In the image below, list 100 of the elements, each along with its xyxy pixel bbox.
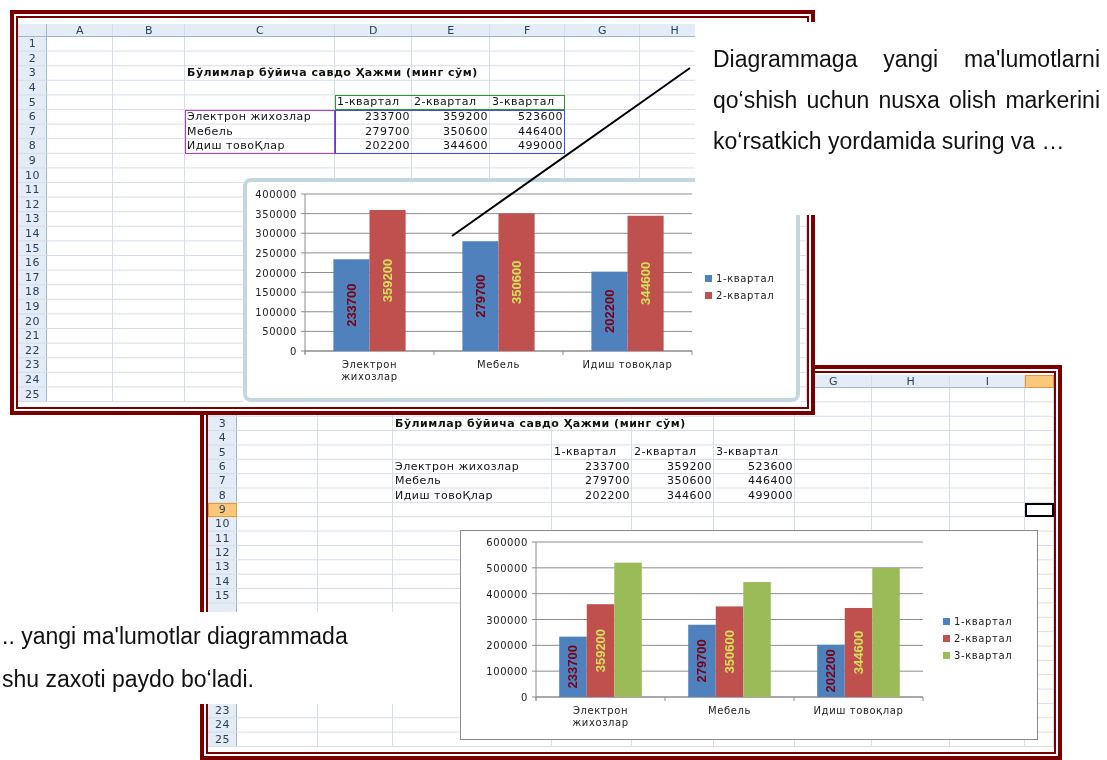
data-label: 350600	[509, 260, 525, 304]
column-heading: 2-квартал	[633, 445, 698, 460]
axis-tick-label: 300000	[486, 614, 528, 626]
axis-tick-label: 200000	[255, 267, 297, 279]
data-label: 202200	[601, 289, 617, 333]
axis-tick-label: 150000	[255, 287, 297, 299]
row-header[interactable]: 3	[26, 67, 39, 80]
row-header[interactable]: 4	[26, 82, 39, 95]
column-header[interactable]: G	[596, 24, 609, 37]
row-label: Мебель	[186, 124, 235, 140]
table-cell-text: 359200	[666, 459, 713, 475]
row-header[interactable]: 6	[26, 111, 39, 124]
row-header[interactable]: 12	[213, 547, 232, 560]
row-header[interactable]: 7	[216, 475, 229, 488]
column-header[interactable]: B	[142, 24, 155, 37]
row-header[interactable]: 8	[216, 489, 229, 502]
row-header[interactable]: 25	[213, 733, 232, 746]
row-header[interactable]: 5	[216, 446, 229, 459]
row-header[interactable]: 12	[23, 198, 42, 211]
row-label: Электрон жихозлар	[186, 109, 313, 125]
callout-text: .. yangi ma'lumotlar diagrammada shu zaxoti paydo bo‘ladi.	[2, 622, 349, 694]
row-header[interactable]: 23	[213, 705, 232, 718]
axis-tick-label: 100000	[486, 666, 528, 678]
callout-text: Diagrammaga yangi ma'lumotlarni qo‘shish uchun nusxa olish markerini ko‘rsatkich yordamida suring va …	[713, 45, 1100, 156]
table-cell-text: 359200	[442, 109, 489, 125]
column-header[interactable]: I	[983, 375, 992, 388]
row-label: Электрон жихозлар	[394, 459, 521, 475]
row-header[interactable]: 10	[23, 169, 42, 182]
row-header[interactable]: 2	[26, 52, 39, 65]
row-label: Мебель	[394, 474, 443, 489]
column-header[interactable]: E	[445, 24, 457, 37]
legend-label: 2-квартал	[716, 290, 775, 301]
row-header[interactable]: 15	[23, 242, 42, 255]
column-header[interactable]: G	[827, 375, 840, 388]
row-label: Идиш товоҚлар	[186, 139, 286, 154]
column-header[interactable]: H	[904, 375, 918, 388]
table-cell-text: 233700	[584, 459, 631, 475]
column-header[interactable]: A	[74, 24, 86, 37]
table-cell-text: 279700	[364, 124, 411, 140]
table-cell-text: 279700	[584, 474, 631, 489]
row-header[interactable]: 8	[26, 140, 39, 153]
data-label: 359200	[380, 258, 396, 303]
data-label: 233700	[565, 645, 581, 689]
column-heading: 1-квартал	[553, 445, 618, 460]
row-header[interactable]: 25	[23, 388, 42, 401]
table-cell-text: 446400	[747, 474, 794, 489]
table-cell-text: 344600	[666, 488, 713, 503]
category-label: Идиш товоқлар	[581, 359, 674, 371]
table-cell-text: 499000	[517, 139, 564, 154]
row-header[interactable]: 17	[23, 271, 42, 284]
row-header[interactable]: 16	[23, 257, 42, 270]
row-header[interactable]: 9	[26, 155, 39, 168]
table-cell-text: 499000	[747, 488, 794, 503]
axis-tick-label: 100000	[255, 306, 297, 318]
column-heading: 3-квартал	[715, 445, 780, 460]
row-header[interactable]: 13	[23, 213, 42, 226]
row-header[interactable]: 24	[213, 719, 232, 732]
chart-area[interactable]: 0 100000 200000 300000 400000 500000 600000 233700 279700 202200 359200 350600 344600 1-квартал 2-квартал 3-квартал Электрон жихозлар Мебель Идиш товоқлар	[460, 530, 1038, 740]
data-label: 233700	[343, 283, 359, 327]
data-label: 279700	[694, 639, 710, 683]
row-header[interactable]: 14	[23, 228, 42, 240]
row-header[interactable]: 1	[26, 38, 39, 51]
row-header[interactable]: 5	[26, 96, 39, 109]
row-header[interactable]: 15	[213, 590, 232, 603]
row-header[interactable]: 23	[23, 359, 42, 372]
row-header[interactable]: 18	[23, 286, 42, 299]
row-header[interactable]: 4	[216, 432, 229, 445]
row-header[interactable]: 11	[23, 184, 42, 197]
data-label: 350600	[722, 630, 737, 674]
row-header[interactable]: 22	[23, 344, 42, 357]
table-cell-text: 344600	[442, 139, 489, 154]
chart-area[interactable]: 0 50000 100000 150000 200000 250000 300000 350000 400000 233700 279700 202200 359200 350600 344600 1-квартал 2-квартал Электрон жихозлар Мебель Идиш товоқлар	[243, 178, 800, 402]
active-cell[interactable]	[1025, 502, 1054, 518]
row-header[interactable]: 6	[216, 460, 229, 473]
row-header[interactable]: 21	[23, 330, 42, 343]
row-header[interactable]: 10	[213, 518, 232, 531]
table-cell-text: 350600	[666, 474, 713, 489]
row-header[interactable]: 24	[23, 373, 42, 386]
column-header[interactable]: H	[668, 24, 682, 37]
axis-tick-label: 350000	[255, 208, 297, 220]
column-header[interactable]: F	[522, 24, 533, 37]
category-label: Мебель	[476, 359, 521, 371]
category-label: Идиш товоқлар	[812, 705, 905, 717]
column-header[interactable]: D	[367, 24, 380, 37]
table-cell-text: 523600	[517, 109, 564, 125]
column-header[interactable]: C	[253, 24, 267, 37]
row-header[interactable]: 11	[213, 532, 232, 545]
table-cell-text: 523600	[747, 459, 794, 475]
data-label: 359200	[593, 628, 608, 673]
axis-tick-label: 0	[521, 692, 528, 703]
row-header[interactable]: 19	[23, 301, 42, 313]
row-header[interactable]: 7	[26, 125, 39, 138]
row-header[interactable]: 14	[213, 575, 232, 588]
column-heading: 2-квартал	[413, 95, 478, 110]
data-label: 344600	[851, 630, 866, 675]
row-header[interactable]: 20	[23, 315, 42, 328]
category-label: Электрон жихозлар	[571, 705, 630, 729]
row-header[interactable]: 3	[216, 417, 229, 430]
row-header[interactable]: 13	[213, 561, 232, 574]
table-cell-text: 350600	[442, 124, 489, 140]
